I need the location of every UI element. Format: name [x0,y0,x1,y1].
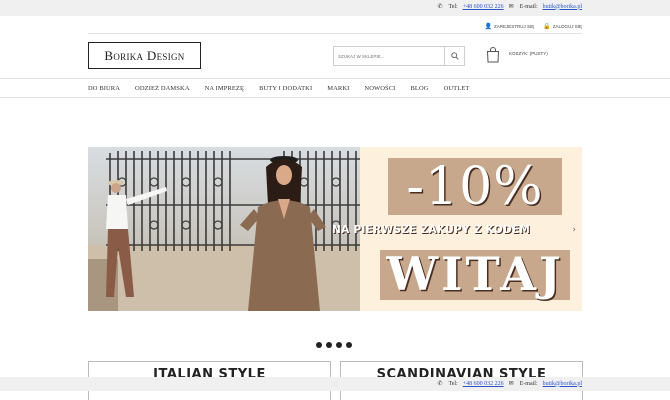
search-input[interactable] [334,47,444,65]
slider-dot[interactable] [316,342,322,348]
main-nav: Do biura Odzież damska Na imprezę Buty i… [88,79,484,97]
envelope-icon: ✉ [508,4,514,10]
email-label: E-mail: [519,380,538,387]
contact-info: ✆ Tel: +48 600 032 226 ✉ E-mail: butik@b… [437,3,582,11]
account-links: 👤 Zarejestruj się 🔒 Zaloguj się [485,23,583,30]
phone-link[interactable]: +48 600 032 226 [463,4,504,10]
slider-dots [316,342,352,348]
phone-icon: ✆ [437,381,443,387]
nav-item-na-impreze[interactable]: Na imprezę [205,85,244,92]
cart-label: Koszyk: (pusty) [509,50,548,56]
search-icon [450,52,459,60]
nav-item-buty-i-dodatki[interactable]: Buty i dodatki [259,85,312,92]
slider-dot[interactable] [336,342,342,348]
chevron-right-icon[interactable]: › [572,225,576,235]
slider-dot[interactable] [346,342,352,348]
contact-info-footer: ✆ Tel: +48 600 032 226 ✉ E-mail: butik@b… [437,380,582,388]
bottom-contact-bar: ✆ Tel: +48 600 032 226 ✉ E-mail: butik@b… [0,377,670,391]
user-icon: 👤 [484,24,492,30]
search-box [333,46,465,66]
phone-icon: ✆ [437,4,443,10]
email-link[interactable]: butik@borika.pl [543,381,582,387]
banner-photo [88,147,360,311]
discount-text: -10% [406,156,544,217]
nav-divider-bottom [0,97,670,98]
nav-item-nowosci[interactable]: Nowości [364,85,395,92]
nav-item-outlet[interactable]: Outlet [444,85,470,92]
login-link[interactable]: 🔒 Zaloguj się [543,23,582,30]
header-divider [88,33,582,34]
logo-text: Borika Design [104,47,185,63]
nav-item-odziez-damska[interactable]: Odzież damska [135,85,190,92]
phone-link[interactable]: +48 600 032 226 [463,381,504,387]
lock-icon: 🔒 [543,24,551,30]
nav-item-marki[interactable]: Marki [327,85,349,92]
promo-code: WITAJ [386,246,564,301]
code-subtitle: na pierwsze zakupy z kodem [332,224,531,236]
phone-label: Tel: [448,380,458,387]
login-label: Zaloguj się [552,24,582,29]
top-contact-bar: ✆ Tel: +48 600 032 226 ✉ E-mail: butik@b… [0,0,670,16]
email-link[interactable]: butik@borika.pl [543,4,582,10]
slider-dot[interactable] [326,342,332,348]
email-label: E-mail: [519,3,538,10]
nav-item-do-biura[interactable]: Do biura [88,85,120,92]
cart[interactable]: Koszyk: (pusty) [486,47,548,63]
register-label: Zarejestruj się [493,24,535,29]
site-logo[interactable]: Borika Design [88,42,201,69]
promo-panel: -10% na pierwsze zakupy z kodem WITAJ › [332,147,582,311]
nav-item-blog[interactable]: Blog [410,85,428,92]
phone-label: Tel: [448,3,458,10]
search-button[interactable] [444,47,464,65]
promo-banner[interactable]: -10% na pierwsze zakupy z kodem WITAJ › [88,147,582,311]
register-link[interactable]: 👤 Zarejestruj się [485,23,535,30]
envelope-icon: ✉ [508,381,514,387]
shopping-bag-icon [486,47,500,63]
